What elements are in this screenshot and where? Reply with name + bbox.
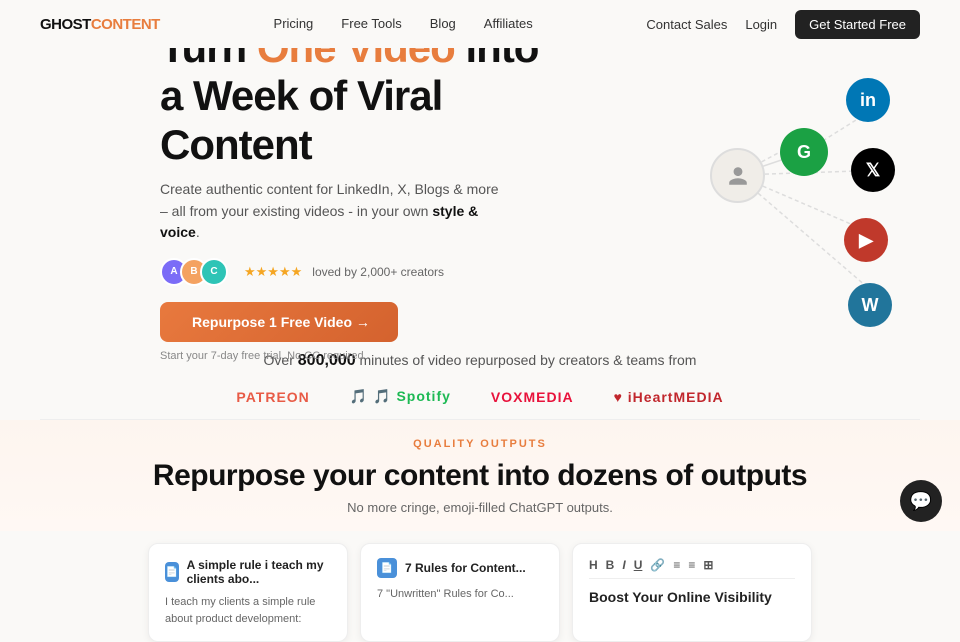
card-title-2: 7 Rules for Content... [405, 561, 526, 575]
card-header: 📄 A simple rule i teach my clients abo..… [165, 558, 331, 586]
toolbar-ol[interactable]: ≡ [688, 558, 695, 572]
card-body-1: I teach my clients a simple rule about p… [165, 594, 331, 627]
card-doc-icon-2: 📄 [377, 558, 397, 578]
toolbar-ul[interactable]: ≡ [673, 558, 680, 572]
output-card-2: 📄 7 Rules for Content... 7 "Unwritten" R… [360, 543, 560, 642]
output-cards-row: 📄 A simple rule i teach my clients abo..… [0, 531, 960, 642]
nav-blog[interactable]: Blog [430, 16, 456, 31]
chat-support-button[interactable]: 💬 [900, 480, 942, 522]
avatar-group: A B C [160, 258, 220, 286]
get-started-button[interactable]: Get Started Free [795, 10, 920, 39]
navbar: GHOSTCONTENT Pricing Free Tools Blog Aff… [0, 0, 960, 48]
avatar: C [200, 258, 228, 286]
iheartmedia-logo: ♥ iHeartMEDIA [614, 389, 724, 405]
linkedin-icon: in [846, 78, 890, 122]
login-link[interactable]: Login [745, 17, 777, 32]
nav-pricing[interactable]: Pricing [274, 16, 314, 31]
toolbar-link[interactable]: 🔗 [650, 558, 665, 572]
editor-card: H B I U 🔗 ≡ ≡ ⊞ Boost Your Online Visibi… [572, 543, 812, 642]
card-doc-icon: 📄 [165, 562, 179, 582]
editor-card-title: Boost Your Online Visibility [589, 589, 795, 605]
free-trial-note: Start your 7-day free trial. No CC requi… [160, 350, 538, 362]
toolbar-h[interactable]: H [589, 558, 598, 572]
toolbar-i[interactable]: I [622, 558, 625, 572]
repurpose-cta-button[interactable]: Repurpose 1 Free Video → [160, 302, 398, 342]
editor-toolbar: H B I U 🔗 ≡ ≡ ⊞ [589, 558, 795, 579]
nav-affiliates[interactable]: Affiliates [484, 16, 533, 31]
patreon-logo: PATREON [236, 389, 309, 405]
nav-free-tools[interactable]: Free Tools [341, 16, 401, 31]
toolbar-u[interactable]: U [634, 558, 643, 572]
voxmedia-logo: VOXMEDIA [491, 389, 574, 405]
x-twitter-icon: 𝕏 [851, 148, 895, 192]
nav-right: Contact Sales Login Get Started Free [646, 10, 920, 39]
spotify-logo: 🎵 Spotify [350, 388, 451, 405]
hero-graphic: G in 𝕏 ▶ W [630, 58, 930, 328]
card-header-2: 📄 7 Rules for Content... [377, 558, 543, 578]
chat-icon: 💬 [910, 491, 932, 512]
card-title-1: A simple rule i teach my clients abo... [187, 558, 331, 586]
loved-by-text: loved by 2,000+ creators [312, 265, 444, 279]
brand-logos: PATREON 🎵 Spotify VOXMEDIA ♥ iHeartMEDIA [0, 378, 960, 419]
quality-section: QUALITY OUTPUTS Repurpose your content i… [0, 420, 960, 531]
quality-subtitle: No more cringe, emoji-filled ChatGPT out… [40, 500, 920, 515]
wordpress-icon: W [848, 283, 892, 327]
hero-text-block: Turn One Video intoa Week of ViralConten… [160, 24, 538, 362]
user-avatar-icon [710, 148, 765, 203]
card-body-2: 7 "Unwritten" Rules for Co... [377, 586, 543, 603]
social-proof: A B C ★★★★★ loved by 2,000+ creators [160, 258, 538, 286]
quality-label: QUALITY OUTPUTS [40, 438, 920, 450]
logo-content: CONTENT [91, 16, 160, 33]
toolbar-table[interactable]: ⊞ [703, 558, 713, 572]
hero-section: Turn One Video intoa Week of ViralConten… [0, 48, 960, 338]
logo[interactable]: GHOSTCONTENT [40, 16, 160, 33]
nav-links: Pricing Free Tools Blog Affiliates [274, 15, 533, 33]
toolbar-b[interactable]: B [606, 558, 615, 572]
youtube-icon: ▶ [844, 218, 888, 262]
star-rating: ★★★★★ [244, 264, 302, 280]
quality-title: Repurpose your content into dozens of ou… [40, 458, 920, 494]
logo-ghost: GHOST [40, 16, 91, 33]
hero-description: Create authentic content for LinkedIn, X… [160, 179, 500, 244]
grammarly-icon: G [780, 128, 828, 176]
contact-sales-link[interactable]: Contact Sales [646, 17, 727, 32]
output-card-1: 📄 A simple rule i teach my clients abo..… [148, 543, 348, 642]
